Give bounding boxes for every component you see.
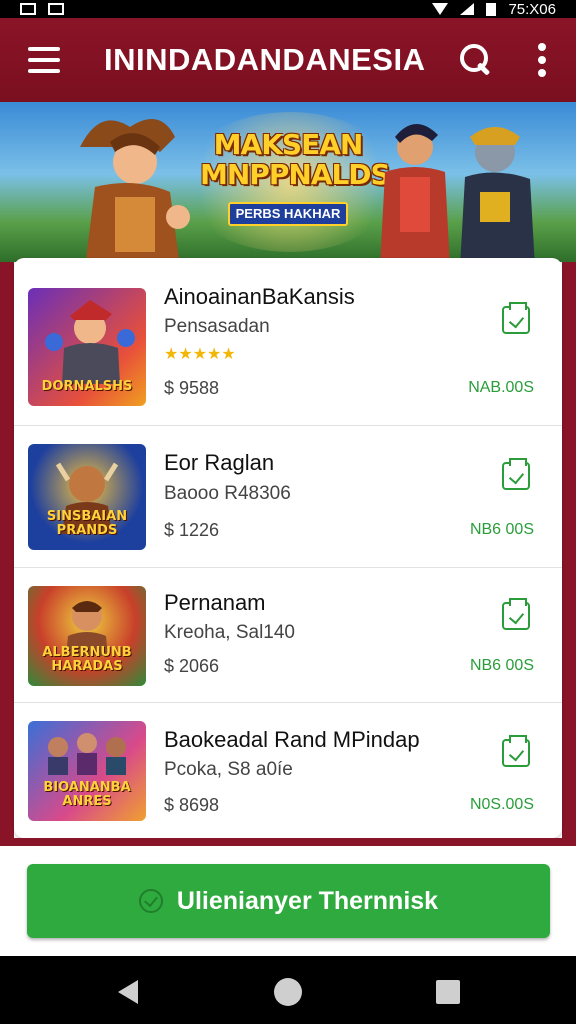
divider xyxy=(0,838,576,846)
image-icon xyxy=(48,3,64,15)
battery-icon xyxy=(486,2,497,16)
rating-stars: ★★★★★ xyxy=(164,346,236,363)
app-title: ININDADANDANESIA xyxy=(104,42,426,77)
wifi-icon xyxy=(432,3,449,15)
status-bar: 75:X06 xyxy=(0,0,576,18)
item-subtitle: Kreoha, Sal140 xyxy=(164,622,295,643)
item-price: $ 8698 xyxy=(164,795,220,815)
game-thumbnail[interactable]: ALBERNUNB HARADAS xyxy=(28,586,146,686)
more-options-icon[interactable] xyxy=(536,43,548,77)
item-price: $ 2066 xyxy=(164,656,220,676)
item-title: Baokeadal Rand MPindap xyxy=(164,727,420,752)
list-item[interactable]: BIOANANBA ANRES Baokeadal Rand MPindap P… xyxy=(14,703,562,838)
check-circle-icon xyxy=(138,889,163,913)
app-bar: ININDADANDANESIA xyxy=(0,18,576,102)
status-time: 75:X06 xyxy=(508,0,556,18)
recent-apps-icon[interactable] xyxy=(436,980,460,1004)
clipboard-check-icon[interactable] xyxy=(502,458,530,490)
hero-right-illustration xyxy=(380,123,535,262)
clipboard-check-icon[interactable] xyxy=(502,302,530,334)
item-subtitle: Baooo R48306 xyxy=(164,483,291,504)
game-thumbnail[interactable]: BIOANANBA ANRES xyxy=(28,721,146,821)
item-subtitle: Pensasadan xyxy=(164,316,270,337)
primary-action-button[interactable]: Ulienianyer Thernnisk xyxy=(27,864,550,938)
list-item[interactable]: SINSBAIAN PRANDS Eor Raglan Baooo R48306… xyxy=(14,426,562,568)
list-item[interactable]: ALBERNUNB HARADAS Pernanam Kreoha, Sal14… xyxy=(14,568,562,703)
item-status: NAB.00S xyxy=(468,379,534,396)
promo-banner[interactable]: MAKSEAN MNPPNALDS PERBS HAKHAR xyxy=(0,102,576,262)
banner-title: MAKSEAN MNPPNALDS xyxy=(200,128,391,191)
item-status: NB6 00S xyxy=(469,657,534,674)
home-icon[interactable] xyxy=(274,978,302,1006)
system-nav-bar xyxy=(0,956,576,1024)
signal-icon xyxy=(460,3,475,15)
primary-button-label: Ulienianyer Thernnisk xyxy=(176,886,439,915)
item-title: AinoainanBaKansis xyxy=(164,284,355,309)
item-subtitle: Pcoka, S8 a0íe xyxy=(164,759,293,780)
hamburger-menu-icon[interactable] xyxy=(28,47,60,73)
search-icon[interactable] xyxy=(458,42,494,78)
item-status: N0S.00S xyxy=(469,796,534,813)
game-thumbnail[interactable]: DORNALSHS xyxy=(28,288,146,406)
item-price: $ 9588 xyxy=(164,378,220,398)
notification-icon xyxy=(20,3,36,15)
item-price: $ 1226 xyxy=(164,520,220,540)
game-list: DORNALSHS AinoainanBaKansis Pensasadan ★… xyxy=(14,258,562,838)
back-icon[interactable] xyxy=(118,980,138,1004)
item-status: NB6 00S xyxy=(469,521,534,538)
hero-left-illustration xyxy=(80,119,190,262)
item-title: Eor Raglan xyxy=(164,450,275,475)
clipboard-check-icon[interactable] xyxy=(502,735,530,767)
list-item[interactable]: DORNALSHS AinoainanBaKansis Pensasadan ★… xyxy=(14,258,562,426)
banner-subtitle: PERBS HAKHAR xyxy=(228,202,348,226)
item-title: Pernanam xyxy=(164,590,266,615)
clipboard-check-icon[interactable] xyxy=(502,598,530,630)
game-thumbnail[interactable]: SINSBAIAN PRANDS xyxy=(28,444,146,550)
